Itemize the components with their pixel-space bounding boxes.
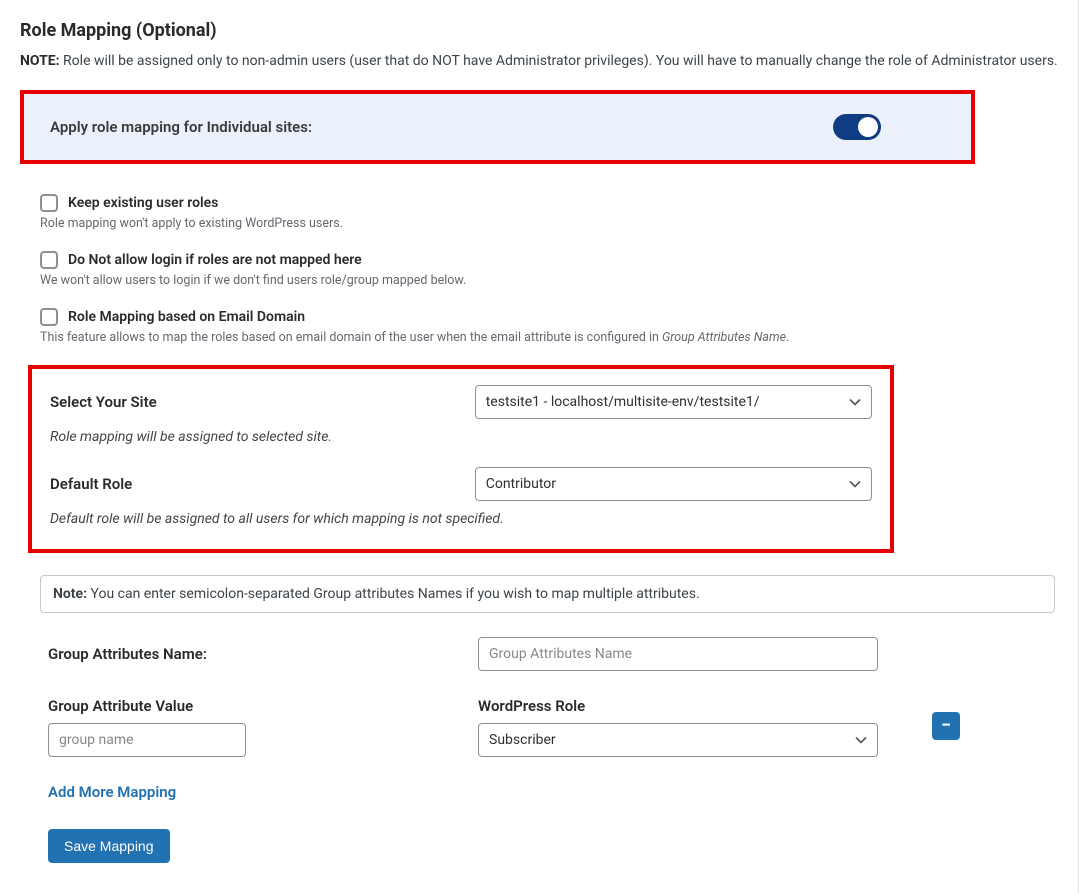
add-more-mapping-link[interactable]: Add More Mapping [48, 783, 176, 801]
apply-role-mapping-label: Apply role mapping for Individual sites: [50, 118, 312, 136]
apply-role-mapping-toggle[interactable] [833, 114, 881, 140]
default-role-label: Default Role [50, 475, 475, 493]
toggle-knob [858, 117, 878, 137]
chevron-down-icon [849, 478, 861, 490]
email-domain-help: This feature allows to map the roles bas… [40, 330, 1058, 345]
select-site-dropdown[interactable]: testsite1 - localhost/multisite-env/test… [475, 385, 872, 419]
group-attr-name-label: Group Attributes Name: [48, 645, 478, 663]
select-site-value: testsite1 - localhost/multisite-env/test… [486, 394, 760, 410]
option-disallow-login: Do Not allow login if roles are not mapp… [40, 251, 1058, 288]
keep-existing-checkbox[interactable] [40, 194, 58, 212]
page-title: Role Mapping (Optional) [20, 20, 1058, 41]
email-domain-label: Role Mapping based on Email Domain [68, 309, 305, 325]
select-site-label: Select Your Site [50, 393, 475, 411]
wp-role-label: WordPress Role [478, 697, 898, 715]
keep-existing-label: Keep existing user roles [68, 195, 218, 211]
keep-existing-help: Role mapping won't apply to existing Wor… [40, 216, 1058, 231]
group-attr-name-placeholder: Group Attributes Name [489, 646, 632, 662]
chevron-down-icon [849, 396, 861, 408]
group-attr-value-placeholder: group name [59, 732, 134, 748]
apply-role-mapping-panel: Apply role mapping for Individual sites: [20, 90, 975, 164]
note-banner-prefix: Note: [53, 586, 87, 602]
default-role-help: Default role will be assigned to all use… [50, 511, 872, 527]
disallow-login-checkbox[interactable] [40, 251, 58, 269]
note-top: NOTE: Role will be assigned only to non-… [20, 51, 1058, 72]
site-role-block: Select Your Site testsite1 - localhost/m… [28, 365, 894, 553]
disallow-login-help: We won't allow users to login if we don'… [40, 273, 1058, 288]
chevron-down-icon [855, 734, 867, 746]
wp-role-dropdown[interactable]: Subscriber [478, 723, 878, 757]
remove-mapping-button[interactable]: − [932, 712, 960, 740]
option-keep-existing: Keep existing user roles Role mapping wo… [40, 194, 1058, 231]
default-role-value: Contributor [486, 476, 556, 492]
wp-role-value: Subscriber [489, 732, 556, 748]
note-banner: Note: You can enter semicolon-separated … [40, 575, 1055, 613]
option-email-domain: Role Mapping based on Email Domain This … [40, 308, 1058, 345]
select-site-help: Role mapping will be assigned to selecte… [50, 429, 872, 445]
group-attr-value-input[interactable]: group name [48, 723, 246, 757]
default-role-dropdown[interactable]: Contributor [475, 467, 872, 501]
email-domain-checkbox[interactable] [40, 308, 58, 326]
note-prefix: NOTE: [20, 53, 60, 69]
save-mapping-button[interactable]: Save Mapping [48, 829, 170, 863]
note-text: Role will be assigned only to non-admin … [60, 53, 1058, 69]
group-attr-value-label: Group Attribute Value [48, 697, 478, 715]
minus-icon: − [941, 715, 951, 736]
disallow-login-label: Do Not allow login if roles are not mapp… [68, 252, 362, 268]
group-attr-name-input[interactable]: Group Attributes Name [478, 637, 878, 671]
note-banner-text: You can enter semicolon-separated Group … [87, 586, 700, 602]
